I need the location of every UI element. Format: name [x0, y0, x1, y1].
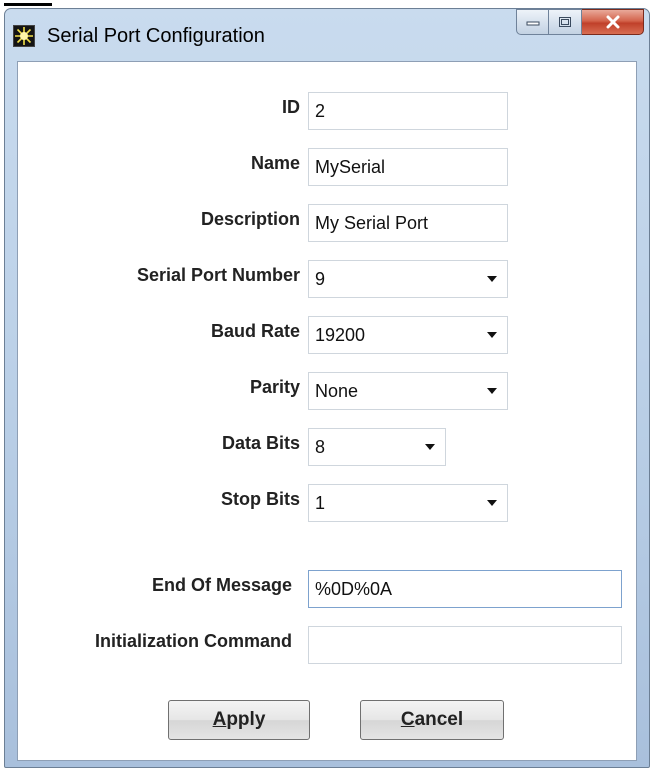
data-bits-value: 8 — [315, 436, 326, 457]
serial-port-number-value: 9 — [315, 268, 326, 289]
description-label: Description — [200, 209, 300, 229]
id-field[interactable]: 2 — [308, 92, 508, 130]
minimize-button[interactable] — [516, 9, 549, 35]
top-edge-mark — [4, 3, 52, 6]
minimize-icon — [526, 21, 539, 26]
initialization-command-field[interactable] — [308, 626, 622, 664]
title-bar[interactable]: Serial Port Configuration — [5, 9, 649, 59]
apply-label-rest: pply — [226, 709, 266, 730]
stop-bits-select[interactable]: 1 — [308, 484, 508, 522]
chevron-down-icon[interactable] — [477, 261, 507, 297]
parity-label: Parity — [249, 377, 300, 397]
cancel-label-rest: ancel — [414, 709, 464, 730]
name-label: Name — [250, 153, 300, 173]
sun-burst-icon — [13, 25, 35, 47]
cancel-button[interactable]: Cancel — [360, 700, 504, 740]
caption-buttons — [516, 9, 644, 37]
end-of-message-label: End Of Message — [151, 575, 292, 595]
serial-port-number-label: Serial Port Number — [136, 265, 300, 285]
close-button[interactable] — [582, 9, 644, 35]
data-bits-label: Data Bits — [221, 433, 300, 453]
description-field[interactable]: My Serial Port — [308, 204, 508, 242]
apply-mnemonic: A — [212, 709, 227, 730]
maximize-button[interactable] — [549, 9, 582, 35]
apply-button[interactable]: Apply — [168, 700, 310, 740]
cancel-mnemonic: C — [400, 709, 415, 730]
dialog-window: Serial Port Configuration ID 2 Name MySe… — [4, 8, 650, 768]
initialization-command-label: Initialization Command — [94, 631, 292, 651]
baud-rate-select[interactable]: 19200 — [308, 316, 508, 354]
chevron-down-icon[interactable] — [477, 317, 507, 353]
chevron-down-icon[interactable] — [477, 373, 507, 409]
baud-rate-value: 19200 — [315, 324, 366, 345]
stop-bits-value: 1 — [315, 492, 326, 513]
parity-select[interactable]: None — [308, 372, 508, 410]
name-field[interactable]: MySerial — [308, 148, 508, 186]
parity-value: None — [315, 380, 359, 401]
data-bits-select[interactable]: 8 — [308, 428, 446, 466]
end-of-message-field[interactable]: %0D%0A — [308, 570, 622, 608]
window-title: Serial Port Configuration — [47, 25, 265, 47]
stop-bits-label: Stop Bits — [221, 489, 300, 509]
serial-port-number-select[interactable]: 9 — [308, 260, 508, 298]
baud-rate-label: Baud Rate — [210, 321, 300, 341]
maximize-icon — [559, 17, 571, 27]
dialog-body: ID 2 Name MySerial Description My Serial… — [17, 61, 637, 761]
chevron-down-icon[interactable] — [415, 429, 445, 465]
close-icon — [606, 15, 619, 29]
id-label: ID — [282, 97, 300, 117]
chevron-down-icon[interactable] — [477, 485, 507, 521]
